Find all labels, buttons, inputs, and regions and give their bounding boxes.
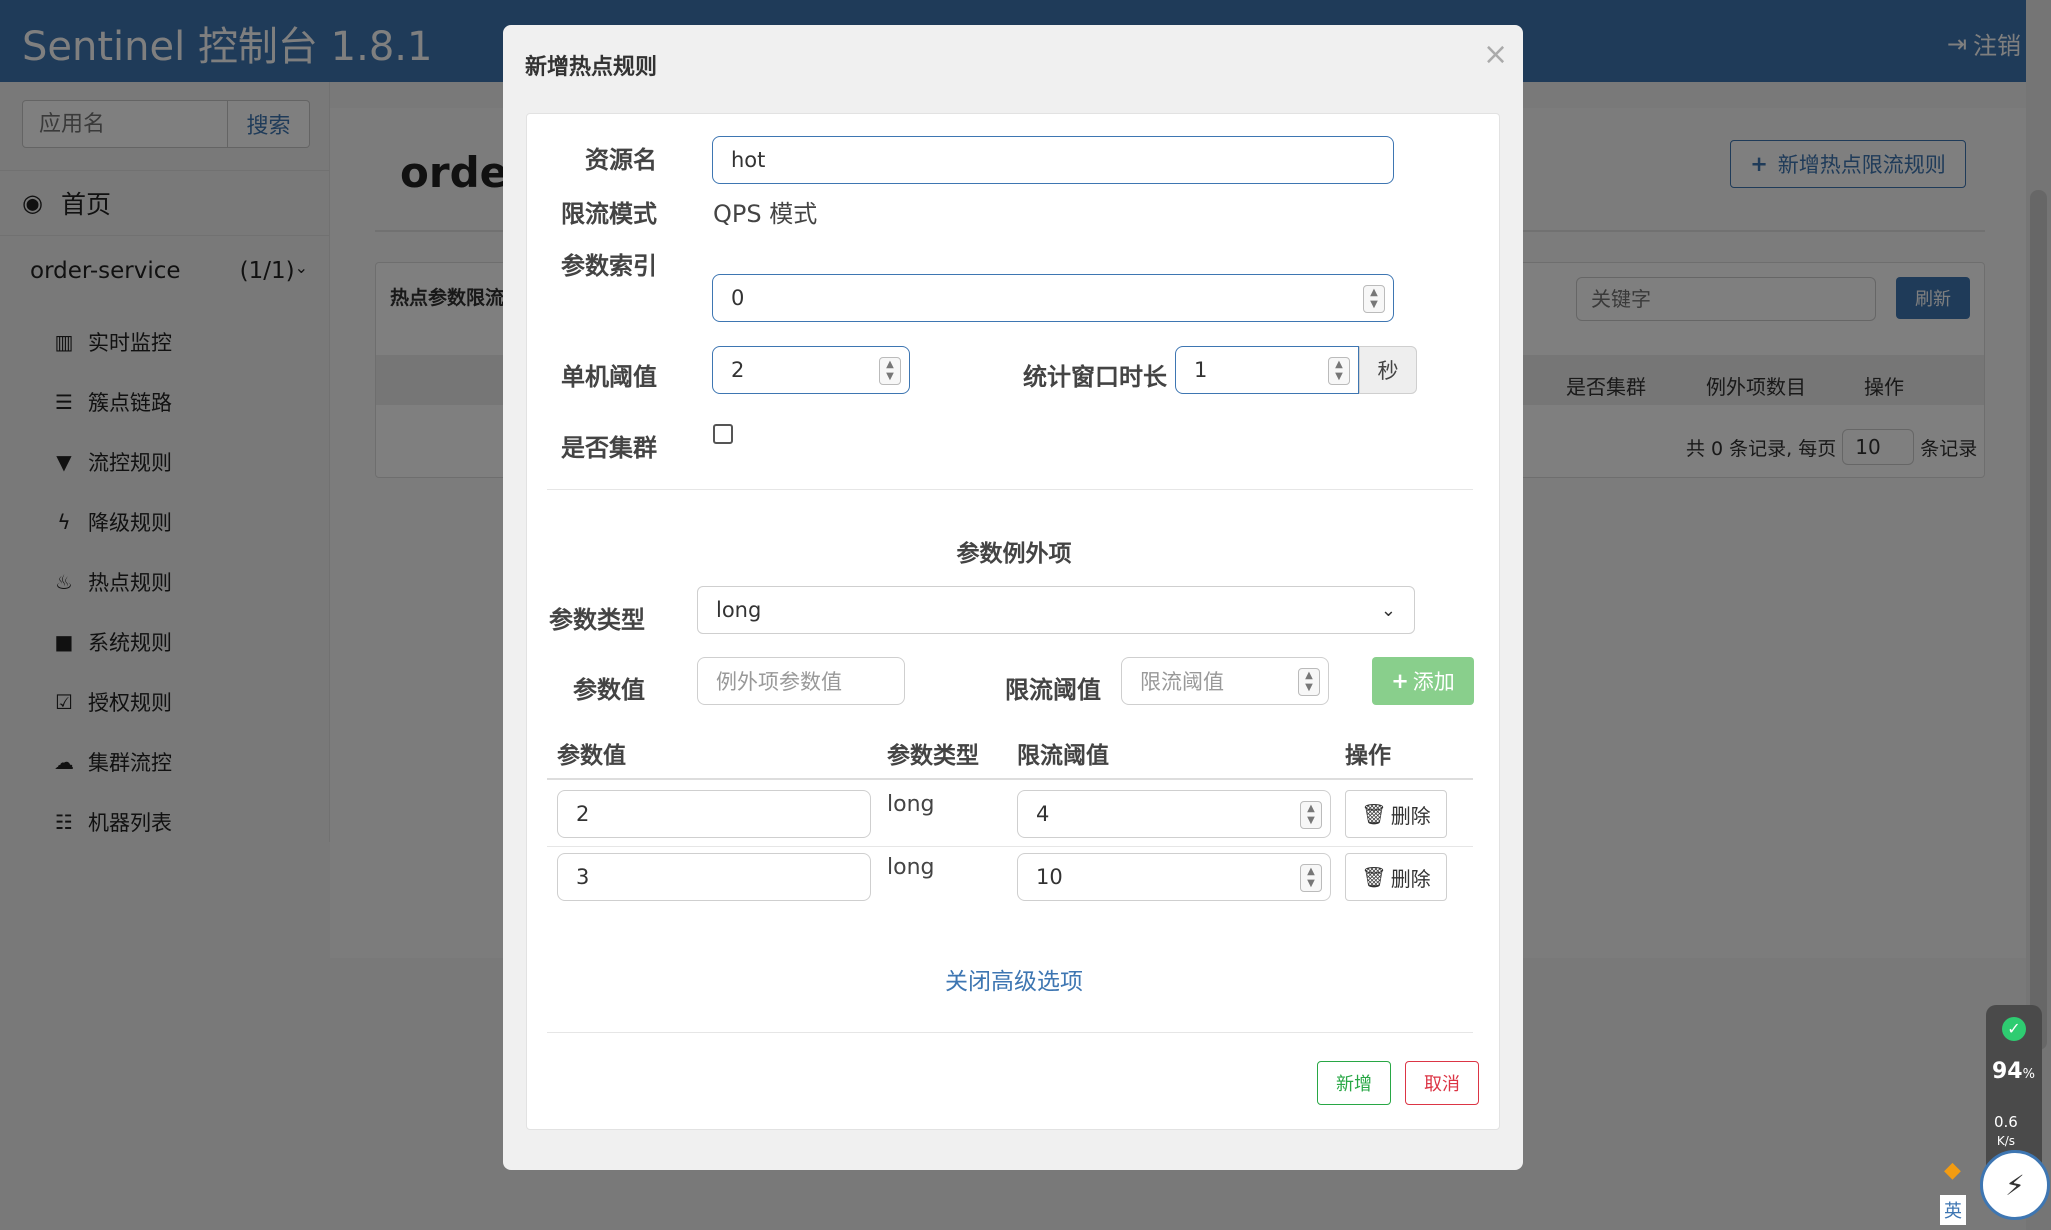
exception-value-input[interactable]: 3 bbox=[557, 853, 871, 901]
param-value-label: 参数值 bbox=[573, 676, 645, 704]
divider bbox=[547, 489, 1473, 490]
limit-placeholder: 限流阈值 bbox=[1140, 670, 1224, 694]
delete-exception-button[interactable]: 🗑 删除 bbox=[1345, 790, 1447, 838]
threshold-value: 2 bbox=[731, 358, 745, 382]
param-index-value: 0 bbox=[731, 286, 745, 310]
exception-limit-input[interactable]: 10 ▲ ▼ bbox=[1017, 853, 1331, 901]
column-header: 参数类型 bbox=[887, 743, 979, 769]
table-header-line bbox=[547, 778, 1473, 780]
close-icon[interactable]: × bbox=[1483, 37, 1508, 72]
exception-type: long bbox=[887, 792, 935, 817]
exception-value-input[interactable]: 2 bbox=[557, 790, 871, 838]
add-exception-label: 添加 bbox=[1412, 670, 1455, 694]
speed-unit: K/s bbox=[1996, 1134, 2016, 1148]
percent-value: 94 bbox=[1992, 1059, 2023, 1084]
exceptions-title: 参数例外项 bbox=[956, 541, 1072, 567]
battery-icon[interactable]: ⚡ bbox=[1980, 1150, 2050, 1220]
param-index-input[interactable]: 0 ▲ ▼ bbox=[712, 274, 1394, 322]
chevron-down-icon: ⌄ bbox=[1380, 599, 1396, 621]
param-index-label: 参数索引 bbox=[561, 252, 657, 280]
percent-unit: % bbox=[2022, 1067, 2035, 1082]
stepper-icon[interactable]: ▲ ▼ bbox=[879, 357, 901, 385]
threshold-input[interactable]: 2 ▲ ▼ bbox=[712, 346, 910, 394]
delete-label: 删除 bbox=[1390, 803, 1431, 828]
check-icon: ✓ bbox=[2002, 1017, 2026, 1041]
add-exception-button[interactable]: + 添加 bbox=[1372, 657, 1474, 705]
param-type-label: 参数类型 bbox=[549, 606, 645, 634]
limit-label: 限流阈值 bbox=[1005, 676, 1101, 704]
modal-title: 新增热点规则 bbox=[525, 55, 658, 80]
mode-value: QPS 模式 bbox=[713, 200, 818, 228]
threshold-label: 单机阈值 bbox=[561, 363, 657, 391]
trash-icon: 🗑 bbox=[1361, 802, 1387, 826]
limit-input[interactable]: 限流阈值 ▲ ▼ bbox=[1121, 657, 1329, 705]
window-input[interactable]: 1 ▲ ▼ bbox=[1175, 346, 1359, 394]
plus-icon: + bbox=[1391, 669, 1409, 693]
stepper-icon[interactable]: ▲ ▼ bbox=[1300, 864, 1322, 892]
input-language[interactable]: 英 bbox=[1940, 1195, 1966, 1225]
param-type-select[interactable]: long ⌄ bbox=[697, 586, 1415, 634]
speed-value: 0.6 bbox=[1994, 1113, 2018, 1131]
stepper-icon[interactable]: ▲ ▼ bbox=[1300, 801, 1322, 829]
row-divider bbox=[547, 846, 1473, 847]
save-button[interactable]: 新增 bbox=[1317, 1061, 1391, 1105]
cluster-label: 是否集群 bbox=[561, 434, 657, 462]
column-header: 限流阈值 bbox=[1017, 743, 1109, 769]
modal-body: 资源名 hot 限流模式 QPS 模式 参数索引 0 ▲ ▼ 单机阈值 2 ▲ ▼ … bbox=[526, 113, 1500, 1130]
gem-icon: ◆ bbox=[1944, 1158, 1961, 1183]
exception-type: long bbox=[887, 855, 935, 880]
network-speed: 0.6 K/s bbox=[1994, 1113, 2018, 1150]
column-header: 参数值 bbox=[557, 743, 626, 769]
exception-limit-value: 4 bbox=[1036, 802, 1050, 826]
param-type-value: long bbox=[716, 598, 762, 622]
resource-label: 资源名 bbox=[585, 146, 657, 174]
trash-icon: 🗑 bbox=[1361, 865, 1387, 889]
exception-limit-input[interactable]: 4 ▲ ▼ bbox=[1017, 790, 1331, 838]
param-value-input[interactable]: 例外项参数值 bbox=[697, 657, 905, 705]
toggle-advanced-link[interactable]: 关闭高级选项 bbox=[527, 962, 1501, 996]
cluster-checkbox[interactable] bbox=[713, 424, 733, 444]
resource-input[interactable]: hot bbox=[712, 136, 1394, 184]
window-value: 1 bbox=[1194, 358, 1208, 382]
cancel-button[interactable]: 取消 bbox=[1405, 1061, 1479, 1105]
exception-limit-value: 10 bbox=[1036, 865, 1063, 889]
add-hot-rule-modal: 新增热点规则 × 资源名 hot 限流模式 QPS 模式 参数索引 0 ▲ ▼ 单… bbox=[503, 25, 1523, 1170]
cpu-percent: 94% bbox=[1992, 1059, 2035, 1084]
divider bbox=[547, 1032, 1473, 1033]
stepper-icon[interactable]: ▲ ▼ bbox=[1363, 285, 1385, 313]
stepper-icon[interactable]: ▲ ▼ bbox=[1328, 357, 1350, 385]
window-label: 统计窗口时长 bbox=[1023, 363, 1167, 391]
delete-exception-button[interactable]: 🗑 删除 bbox=[1345, 853, 1447, 901]
column-header: 操作 bbox=[1345, 743, 1391, 769]
window-unit: 秒 bbox=[1359, 346, 1417, 394]
mode-label: 限流模式 bbox=[561, 200, 657, 228]
stepper-icon[interactable]: ▲ ▼ bbox=[1298, 668, 1320, 696]
delete-label: 删除 bbox=[1390, 866, 1431, 891]
